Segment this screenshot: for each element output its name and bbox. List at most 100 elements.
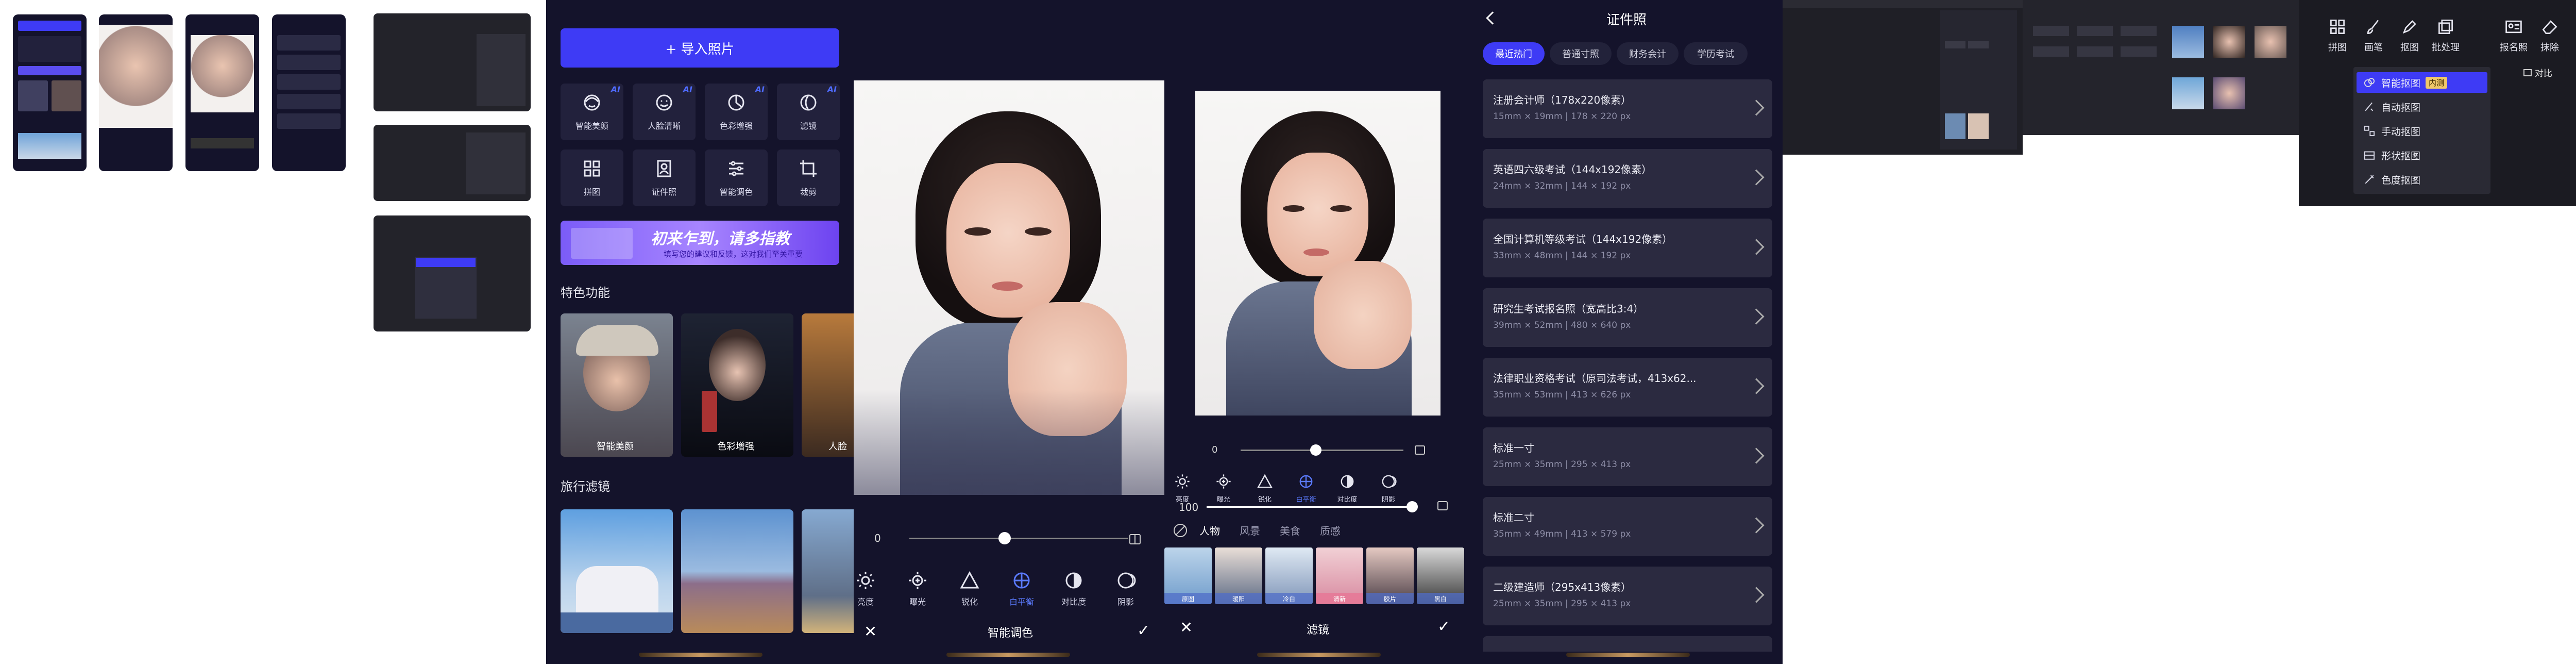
- triangle-icon: [1257, 473, 1273, 492]
- adjust-tool-sun[interactable]: 亮度: [1164, 473, 1200, 504]
- chevron-right-icon: [1748, 239, 1765, 255]
- cutout-menu-label: 手动抠图: [2381, 126, 2421, 138]
- strength-slider-thumb[interactable]: [1406, 501, 1418, 512]
- filter-swatch[interactable]: 清新: [1316, 547, 1363, 604]
- desktop-tool-brush[interactable]: 画笔: [2355, 18, 2392, 54]
- desktop-tool-label: 批处理: [2432, 42, 2460, 53]
- tool-crop[interactable]: 裁剪: [777, 150, 840, 206]
- id-size-item[interactable]: 标准一寸 25mm × 35mm | 295 × 413 px: [1483, 427, 1772, 486]
- cutout-dropdown-menu: 智能抠图 内测 自动抠图手动抠图形状抠图色度抠图: [2353, 67, 2490, 194]
- filter-swatch[interactable]: 冷白: [1265, 547, 1313, 604]
- featured-card[interactable]: 色彩增强: [681, 313, 793, 457]
- id-size-item[interactable]: 研究生考试报名照（宽高比3:4） 39mm × 52mm | 480 × 640 …: [1483, 288, 1772, 347]
- strength-slider-track[interactable]: [1207, 506, 1413, 508]
- desktop-tool-id-card[interactable]: 报名照: [2496, 18, 2532, 54]
- id-tab[interactable]: 财务会计: [1617, 42, 1679, 65]
- featured-card[interactable]: 人脸: [802, 313, 854, 457]
- ai-badge: AI: [755, 85, 765, 94]
- compare-icon[interactable]: [1129, 534, 1141, 544]
- cutout-menu-item[interactable]: 形状抠图: [2357, 145, 2487, 165]
- filter-swatch[interactable]: 原图: [1164, 547, 1212, 604]
- desktop-thumb-2: [374, 125, 531, 201]
- filter-slider-track[interactable]: [1241, 450, 1403, 451]
- filter-category-tab[interactable]: 人物: [1199, 523, 1220, 538]
- id-size-item[interactable]: 英语四六级考试（144x192像素） 24mm × 32mm | 144 × 19…: [1483, 149, 1772, 208]
- id-size-item[interactable]: 全国计算机等级考试（144x192像素） 33mm × 48mm | 144 × …: [1483, 219, 1772, 277]
- cancel-icon[interactable]: ✕: [864, 623, 877, 641]
- white-balance-icon: [1298, 473, 1314, 492]
- filter-slider-thumb[interactable]: [1310, 444, 1321, 456]
- id-photo-icon: [654, 158, 674, 181]
- adjust-tool-triangle[interactable]: 锐化: [1247, 473, 1283, 504]
- desktop-thumbs: [361, 0, 536, 345]
- cancel-icon[interactable]: ✕: [1180, 619, 1193, 637]
- desktop-tool-grid[interactable]: 拼图: [2319, 18, 2355, 54]
- id-size-item[interactable]: 二级建造师（295x413像素） 25mm × 35mm | 295 × 413 …: [1483, 567, 1772, 625]
- tool-label: 曝光: [1216, 496, 1230, 504]
- filter-category-tab[interactable]: 质感: [1320, 523, 1341, 538]
- filter-category-tab[interactable]: 风景: [1240, 523, 1260, 538]
- back-icon[interactable]: [1486, 11, 1499, 25]
- id-size-item[interactable]: 标准二寸 35mm × 49mm | 413 × 579 px: [1483, 497, 1772, 556]
- cutout-menu-item[interactable]: 色度抠图: [2357, 169, 2487, 190]
- filter-swatch[interactable]: 黑白: [1417, 547, 1464, 604]
- cutout-menu-item[interactable]: 手动抠图: [2357, 121, 2487, 141]
- white-balance-icon: [1011, 570, 1032, 593]
- tool-filter[interactable]: 滤镜 AI: [777, 84, 840, 140]
- id-size-item[interactable]: 注册会计师（178x220像素） 15mm × 19mm | 178 × 220 …: [1483, 79, 1772, 138]
- adjust-tool-white-balance[interactable]: 白平衡: [1288, 473, 1324, 504]
- tool-color-enhance[interactable]: 色彩增强 AI: [705, 84, 768, 140]
- adjust-tool-contrast[interactable]: 对比度: [1056, 570, 1092, 607]
- travel-card[interactable]: [681, 509, 793, 633]
- confirm-icon[interactable]: ✓: [1137, 622, 1150, 640]
- adjust-slider-thumb[interactable]: [998, 532, 1011, 544]
- compare-icon[interactable]: [1437, 501, 1448, 510]
- adjust-tool-shadow[interactable]: 阴影: [1108, 570, 1144, 607]
- id-tab[interactable]: 学历考试: [1684, 42, 1748, 65]
- cutout-menu-item[interactable]: 自动抠图: [2357, 96, 2487, 117]
- filter-category-tab[interactable]: 美食: [1280, 523, 1300, 538]
- confirm-icon[interactable]: ✓: [1437, 618, 1450, 636]
- featured-card[interactable]: 智能美颜: [561, 313, 673, 457]
- id-size-name: 全国计算机等级考试（144x192像素）: [1493, 233, 1673, 245]
- tool-sliders[interactable]: 智能调色: [705, 150, 768, 206]
- adjust-tool-exposure[interactable]: 曝光: [900, 570, 936, 607]
- compare-icon[interactable]: [1415, 445, 1425, 455]
- thumb-phone-1: [13, 14, 87, 171]
- filter-swatch[interactable]: 胶片: [1366, 547, 1414, 604]
- travel-card[interactable]: [561, 509, 673, 633]
- desktop-screenshot-1: [1783, 0, 2023, 155]
- cutout-menu-item[interactable]: 智能抠图 内测: [2357, 72, 2487, 93]
- id-size-item-partial: [1483, 636, 1772, 652]
- adjust-tool-sun[interactable]: 亮度: [854, 570, 884, 607]
- filter-swatch[interactable]: 暖阳: [1215, 547, 1262, 604]
- adjust-tool-contrast[interactable]: 对比度: [1329, 473, 1365, 504]
- desktop-tool-batch[interactable]: 批处理: [2428, 18, 2464, 54]
- adjust-tool-triangle[interactable]: 锐化: [952, 570, 988, 607]
- id-size-item[interactable]: 法律职业资格考试（原司法考试，413x62... 35mm × 53mm | 41…: [1483, 358, 1772, 417]
- tool-grid[interactable]: 拼图: [561, 150, 623, 206]
- compare-toggle[interactable]: 对比: [2523, 66, 2552, 79]
- welcome-banner[interactable]: 初来乍到，请多指教 填写您的建议和反馈，这对我们至关重要: [561, 221, 839, 265]
- tool-face[interactable]: 智能美颜 AI: [561, 84, 623, 140]
- no-filter-icon[interactable]: [1174, 524, 1187, 537]
- desktop-screenshot-2: [2023, 0, 2162, 135]
- adjust-slider-track[interactable]: [909, 538, 1128, 539]
- adjust-tool-exposure[interactable]: 曝光: [1206, 473, 1242, 504]
- id-tab[interactable]: 最近热门: [1483, 42, 1545, 65]
- tool-id-photo[interactable]: 证件照: [633, 150, 696, 206]
- adjust-tool-shadow[interactable]: 阴影: [1370, 473, 1406, 504]
- id-tab[interactable]: 普通寸照: [1550, 42, 1612, 65]
- desktop-tool-eraser[interactable]: 抹除: [2532, 18, 2568, 54]
- import-photo-button[interactable]: + 导入照片: [561, 28, 839, 68]
- filter-slider-value: 0: [1212, 444, 1218, 455]
- travel-card[interactable]: [802, 509, 854, 633]
- adjust-tool-white-balance[interactable]: 白平衡: [1004, 570, 1040, 607]
- ai-badge: AI: [827, 85, 837, 94]
- id-size-name: 注册会计师（178x220像素）: [1493, 94, 1632, 106]
- id-size-spec: 24mm × 32mm | 144 × 192 px: [1493, 181, 1631, 191]
- desktop-tool-pen[interactable]: 抠图: [2392, 18, 2428, 54]
- desktop-thumb-1: [374, 13, 531, 111]
- id-size-spec: 35mm × 49mm | 413 × 579 px: [1493, 529, 1631, 539]
- tool-face-smile[interactable]: 人脸清晰 AI: [633, 84, 696, 140]
